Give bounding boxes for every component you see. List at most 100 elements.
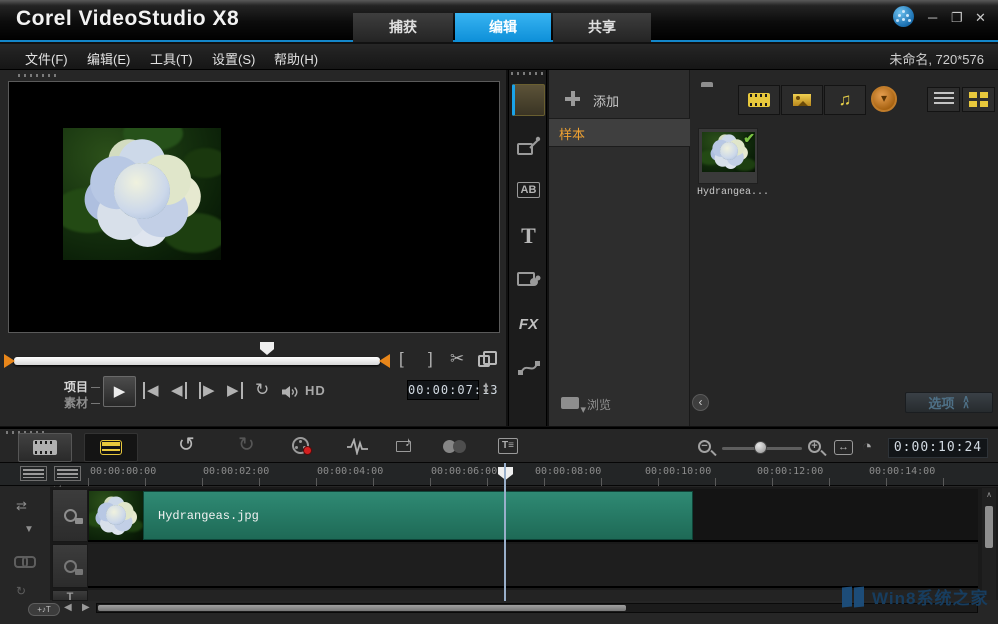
collapse-left-button[interactable]: ‹	[692, 394, 709, 411]
overlay-track-header[interactable]	[52, 544, 88, 588]
trim-end-marker[interactable]	[379, 354, 390, 368]
timeline-clip[interactable]: Hydrangeas.jpg	[143, 491, 693, 540]
music-filter-icon: ♫	[839, 90, 852, 110]
add-track-button[interactable]: +♪T	[28, 603, 60, 616]
trim-start-marker[interactable]	[4, 354, 15, 368]
category-sample[interactable]: 样本	[549, 118, 690, 147]
filter-videos-button[interactable]	[738, 85, 780, 115]
duration-clock-icon[interactable]: ◔	[862, 436, 872, 458]
scrubber-bar[interactable]	[14, 357, 380, 365]
mark-out-button[interactable]: ]	[428, 350, 433, 368]
project-mode-label[interactable]: 项目	[64, 378, 100, 395]
filter-photos-button[interactable]	[781, 85, 823, 115]
add-folder-button[interactable]: 添加	[549, 86, 690, 114]
timecode-stepper[interactable]: ▲▼	[481, 381, 491, 395]
title-track-icon: T	[67, 591, 74, 601]
thumbnail-label: Hydrangea...	[697, 187, 769, 198]
instant-project-icon	[517, 136, 541, 156]
zoom-slider-knob[interactable]	[754, 441, 767, 454]
tab-share[interactable]: 共享	[553, 13, 651, 42]
scroll-up-icon[interactable]: ∧	[982, 490, 996, 499]
scroll-right-icon[interactable]: ▶	[82, 602, 90, 613]
hd-preview-button[interactable]: HD	[305, 383, 326, 398]
end-button[interactable]: ▶	[227, 382, 243, 400]
record-capture-button[interactable]	[292, 437, 309, 454]
menu-help[interactable]: 帮助(H)	[274, 49, 318, 68]
preview-image	[63, 128, 221, 260]
close-button[interactable]: ✕	[975, 9, 986, 27]
swap-tracks-icon[interactable]: ⇄	[16, 498, 27, 514]
title-track-header[interactable]: T	[52, 590, 88, 601]
media-thumbnail[interactable]: ✔	[698, 128, 758, 184]
panel-drag-handle[interactable]	[18, 74, 60, 77]
list-view-button[interactable]	[927, 87, 960, 112]
previous-frame-button[interactable]: ◀	[171, 382, 187, 400]
ruler-tick: 00:00:14:00	[869, 466, 935, 477]
chain-link-icon[interactable]	[14, 556, 32, 564]
library-panel: 添加 样本 ♫	[549, 70, 998, 426]
ruler-tick: 00:00:08:00	[535, 466, 601, 477]
play-button[interactable]: ▶	[103, 376, 136, 407]
volume-icon[interactable]	[281, 385, 299, 399]
filter-audio-button[interactable]: ♫	[824, 85, 866, 115]
storyboard-view-button[interactable]	[18, 433, 72, 462]
path-gallery-button[interactable]	[512, 352, 545, 384]
timeline-timecode[interactable]: 0:00:10:24	[888, 438, 988, 458]
graphic-gallery-button[interactable]	[512, 263, 545, 295]
undo-icon[interactable]: ↺	[178, 434, 195, 456]
photo-filter-icon	[792, 93, 812, 107]
menu-edit[interactable]: 编辑(E)	[87, 49, 130, 68]
zoom-in-icon[interactable]: +	[808, 440, 821, 453]
instant-project-speed-button[interactable]	[871, 86, 897, 112]
timeline-ruler[interactable]: 00:00:00:00 00:00:02:00 00:00:04:00 00:0…	[0, 462, 998, 486]
strip-drag-handle[interactable]	[511, 72, 545, 75]
subtitle-editor-button[interactable]: T≡	[498, 438, 518, 454]
maximize-button[interactable]: ❐	[951, 9, 963, 27]
ripple-edit-button[interactable]	[443, 440, 467, 453]
options-button[interactable]: 选项 ∧∧	[905, 392, 993, 413]
show-all-tracks-icon[interactable]	[20, 466, 47, 481]
help-globe-icon[interactable]	[893, 6, 914, 27]
home-button[interactable]: ◀	[143, 382, 159, 400]
menu-file[interactable]: 文件(F)	[25, 49, 68, 68]
clip-thumbnail[interactable]	[89, 491, 143, 540]
timeline-view-button[interactable]	[84, 433, 138, 462]
filter-gallery-button[interactable]: FX	[512, 308, 545, 340]
minimize-button[interactable]: ─	[928, 9, 937, 27]
watermark-text: Win8系统之家	[872, 584, 988, 609]
grid-view-button[interactable]	[962, 87, 995, 112]
ripple-icon	[443, 440, 467, 453]
transition-gallery-button[interactable]: AB	[512, 174, 545, 206]
lock-track-icon[interactable]: ↻	[16, 584, 26, 598]
instant-project-button[interactable]	[512, 130, 545, 162]
horizontal-scroll-thumb[interactable]	[98, 605, 626, 611]
tab-capture[interactable]: 捕获	[353, 13, 453, 42]
menu-tools[interactable]: 工具(T)	[150, 49, 193, 68]
playhead-line[interactable]	[504, 463, 506, 601]
title-gallery-button[interactable]: T	[512, 220, 545, 252]
preview-timecode[interactable]: 00:00:07:13	[407, 380, 479, 400]
overlay-track-row[interactable]	[88, 544, 978, 588]
vertical-scroll-thumb[interactable]	[985, 506, 993, 548]
next-frame-button[interactable]: ▶	[199, 382, 215, 400]
sound-mixer-icon[interactable]	[346, 438, 370, 455]
mark-in-button[interactable]: [	[399, 350, 404, 368]
gallery-tool-strip: AB T FX	[508, 70, 547, 426]
tab-edit[interactable]: 编辑	[455, 13, 551, 42]
fit-project-icon[interactable]: ↔	[834, 440, 853, 455]
video-track-header[interactable]	[52, 489, 88, 542]
track-manager-icon[interactable]	[54, 466, 81, 481]
media-gallery-button[interactable]	[512, 84, 545, 116]
zoom-out-icon[interactable]: −	[698, 440, 711, 453]
grab-frame-icon[interactable]	[478, 355, 490, 367]
split-clip-icon[interactable]: ✂	[450, 350, 464, 368]
menu-settings[interactable]: 设置(S)	[212, 49, 255, 68]
repeat-button[interactable]: ↻	[255, 381, 269, 399]
browse-label[interactable]: 浏览	[587, 396, 611, 413]
clip-mode-label[interactable]: 素材	[64, 394, 100, 411]
scroll-left-icon[interactable]: ◀	[64, 602, 72, 613]
track-dropdown-icon[interactable]: ▼	[24, 524, 34, 535]
redo-icon[interactable]: ↻	[238, 434, 255, 456]
scrubber-handle[interactable]	[260, 342, 274, 355]
browse-icon[interactable]	[561, 397, 579, 409]
